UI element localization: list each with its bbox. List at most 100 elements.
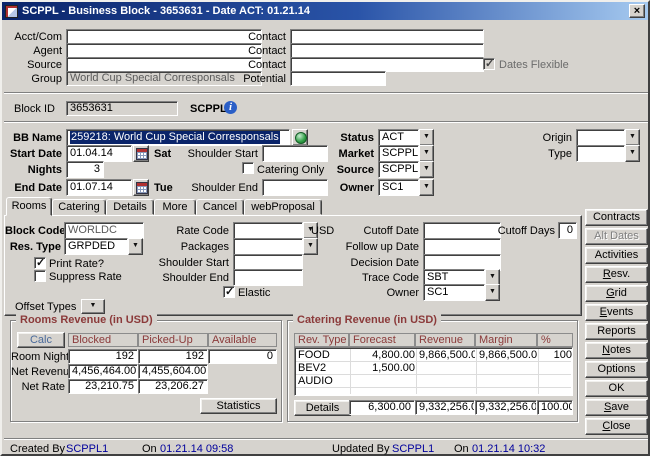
info-icon[interactable]: i (224, 101, 237, 114)
rooms-tab-panel: Block Code WORLDC Res. Type GRPDED Print… (4, 215, 582, 316)
tab-webproposal[interactable]: webProposal (244, 199, 322, 215)
currency-label: USD (311, 225, 334, 238)
options-button[interactable]: Options (585, 361, 648, 378)
shoulder-end-label: Shoulder End (180, 182, 258, 195)
cell-forecast: 4,800.00 (353, 349, 415, 361)
packages-field[interactable] (233, 238, 303, 255)
rooms-revenue-title: Rooms Revenue (in USD) (16, 314, 157, 326)
print-rate-label: Print Rate? (49, 258, 104, 271)
owner-field[interactable]: SC1 (378, 179, 419, 196)
catering-row-bev2[interactable]: BEV2 1,500.00 (296, 362, 571, 375)
grid-button[interactable]: Grid (585, 285, 648, 302)
calc-button[interactable]: Calc (17, 332, 65, 348)
bb-name-field[interactable]: 259218: World Cup Special Corresponsals (66, 129, 290, 146)
column-header-margin: Margin (475, 333, 537, 347)
offset-types-dropdown-icon[interactable] (81, 299, 105, 314)
status-field[interactable]: ACT (378, 129, 419, 146)
details-button[interactable]: Details (294, 400, 351, 416)
rate-code-field[interactable] (233, 222, 303, 239)
end-day-label: Tue (154, 182, 173, 195)
owner-dropdown-icon[interactable] (419, 179, 434, 196)
resv-button[interactable]: Resv. (585, 266, 648, 283)
room-nights-available: 0 (208, 349, 277, 364)
net-rate-blocked: 23,210.75 (68, 379, 138, 394)
tab-rooms[interactable]: Rooms (6, 197, 52, 216)
tab-cancel[interactable]: Cancel (196, 199, 244, 215)
updated-on-label: On (454, 443, 469, 456)
catering-only-checkbox[interactable] (242, 162, 254, 174)
title-bar[interactable]: SCPPL - Business Block - 3653631 - Date … (2, 2, 648, 20)
activities-button[interactable]: Activities (585, 247, 648, 264)
contact1-field[interactable] (290, 29, 484, 44)
market-field[interactable]: SCPPL (378, 145, 419, 162)
updated-on-value: 01.21.14 10:32 (472, 443, 545, 456)
start-date-field[interactable]: 01.04.14 (66, 145, 132, 162)
contracts-button[interactable]: Contracts (585, 209, 648, 226)
packages-dropdown-icon[interactable] (303, 238, 318, 255)
contact2-field[interactable] (290, 43, 484, 58)
cell-revenue: 9,866,500.00 (419, 349, 475, 361)
end-date-calendar-icon[interactable] (133, 179, 149, 196)
catering-row-audio[interactable]: AUDIO (296, 375, 571, 388)
source-label: Source (312, 164, 374, 177)
statistics-button[interactable]: Statistics (200, 398, 277, 414)
globe-icon[interactable] (292, 129, 308, 146)
origin-field[interactable] (576, 129, 625, 146)
tab-catering[interactable]: Catering (52, 199, 106, 215)
net-revenue-picked: 4,455,604.00 (138, 364, 208, 379)
tab-details[interactable]: Details (106, 199, 154, 215)
room-nights-picked: 192 (138, 349, 208, 364)
window-title: SCPPL - Business Block - 3653631 - Date … (22, 5, 310, 17)
res-type-dropdown-icon[interactable] (128, 238, 143, 255)
market-dropdown-icon[interactable] (419, 145, 434, 162)
cell-forecast (353, 375, 415, 387)
catering-grid: FOOD 4,800.00 9,866,500.00 9,866,500.00 … (294, 347, 573, 396)
nights-field[interactable]: 3 (66, 161, 104, 178)
column-header-forecast: Forecast (349, 333, 415, 347)
panel-owner-field[interactable]: SC1 (423, 284, 485, 301)
block-id-field: 3653631 (66, 101, 178, 116)
type-dropdown-icon[interactable] (625, 145, 640, 162)
cutoff-days-field[interactable]: 0 (558, 222, 577, 239)
owner-label: Owner (312, 182, 374, 195)
close-icon[interactable]: × (629, 4, 645, 18)
potential-field[interactable] (290, 71, 386, 86)
panel-shoulder-end-field[interactable] (233, 269, 303, 286)
cell-margin (479, 362, 537, 374)
suppress-rate-checkbox[interactable] (34, 270, 46, 282)
ok-button[interactable]: OK (585, 380, 648, 397)
bb-name-label: BB Name (4, 132, 62, 145)
total-revenue: 9,332,256.00 (415, 400, 475, 415)
source-dropdown-icon[interactable] (419, 161, 434, 178)
start-date-calendar-icon[interactable] (133, 145, 149, 162)
reports-button[interactable]: Reports (585, 323, 648, 340)
end-date-field[interactable]: 01.07.14 (66, 179, 132, 196)
events-button[interactable]: Events (585, 304, 648, 321)
tab-more[interactable]: More (154, 199, 196, 215)
trace-code-label: Trace Code (343, 272, 419, 285)
contact3-field[interactable] (290, 57, 484, 72)
origin-dropdown-icon[interactable] (625, 129, 640, 146)
app-icon (5, 5, 18, 18)
shoulder-start-label: Shoulder Start (180, 148, 258, 161)
dates-flexible-checkbox[interactable] (483, 58, 495, 70)
cell-percent: 100 (541, 349, 572, 361)
type-field[interactable] (576, 145, 625, 162)
follow-up-date-field[interactable] (423, 238, 501, 255)
total-forecast: 6,300.00 (349, 400, 415, 415)
status-dropdown-icon[interactable] (419, 129, 434, 146)
created-by-label: Created By (10, 443, 65, 456)
catering-row-food[interactable]: FOOD 4,800.00 9,866,500.00 9,866,500.00 … (296, 349, 571, 362)
print-rate-checkbox[interactable] (34, 257, 46, 269)
column-header-picked-up: Picked-Up (138, 333, 208, 347)
source-field[interactable]: SCPPL (378, 161, 419, 178)
close-button[interactable]: Close (585, 418, 648, 435)
rate-code-label: Rate Code (153, 225, 229, 238)
room-nights-blocked: 192 (68, 349, 138, 364)
panel-owner-dropdown-icon[interactable] (485, 284, 500, 301)
res-type-field[interactable]: GRPDED (64, 238, 128, 255)
notes-button[interactable]: Notes (585, 342, 648, 359)
block-code-field[interactable]: WORLDC (64, 222, 144, 239)
save-button[interactable]: Save (585, 399, 648, 416)
elastic-checkbox[interactable] (223, 286, 235, 298)
